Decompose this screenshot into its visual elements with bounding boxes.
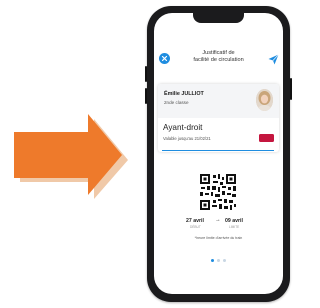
- status-label: Ayant-droit: [163, 123, 203, 132]
- paper-plane-icon[interactable]: [268, 52, 279, 65]
- page-dot-3[interactable]: [223, 259, 226, 262]
- trip-end-caption: LIMITE: [229, 225, 240, 229]
- trip-start-caption: DÉBUT: [190, 225, 201, 229]
- page-title-line1: Justificatif de: [202, 50, 235, 56]
- operator-logo: [259, 134, 274, 142]
- holder-name: Émilie JULLIOT: [164, 91, 204, 97]
- phone-screen: Justificatif de facilité de circulation …: [154, 13, 283, 294]
- validity-date: Valable jusqu'au 21/02/21: [163, 136, 211, 141]
- phone-notch: [193, 13, 244, 23]
- phone-mockup: Justificatif de facilité de circulation …: [145, 6, 292, 302]
- arrow-right-icon: →: [215, 217, 221, 223]
- card-accent-line: [162, 150, 274, 151]
- page-dot-2[interactable]: [217, 259, 220, 262]
- page-dot-1[interactable]: [211, 259, 214, 262]
- qr-code: [199, 173, 237, 211]
- app-header: Justificatif de facilité de circulation: [154, 47, 283, 77]
- travel-class: 2nde classe: [164, 100, 189, 105]
- page-title-line2: facilité de circulation: [193, 57, 244, 63]
- close-icon[interactable]: [159, 53, 170, 64]
- trip-start-date: 27 avril: [186, 218, 204, 224]
- pass-card[interactable]: Émilie JULLIOT 2nde classe Ayant-droit V…: [158, 84, 279, 152]
- decorative-arrow: [0, 0, 150, 303]
- avatar: [256, 89, 273, 111]
- trip-end-date: 09 avril: [225, 218, 243, 224]
- arrival-note: *heure limite d'arrivée du train: [194, 236, 243, 240]
- page-title: Justificatif de facilité de circulation: [176, 50, 261, 64]
